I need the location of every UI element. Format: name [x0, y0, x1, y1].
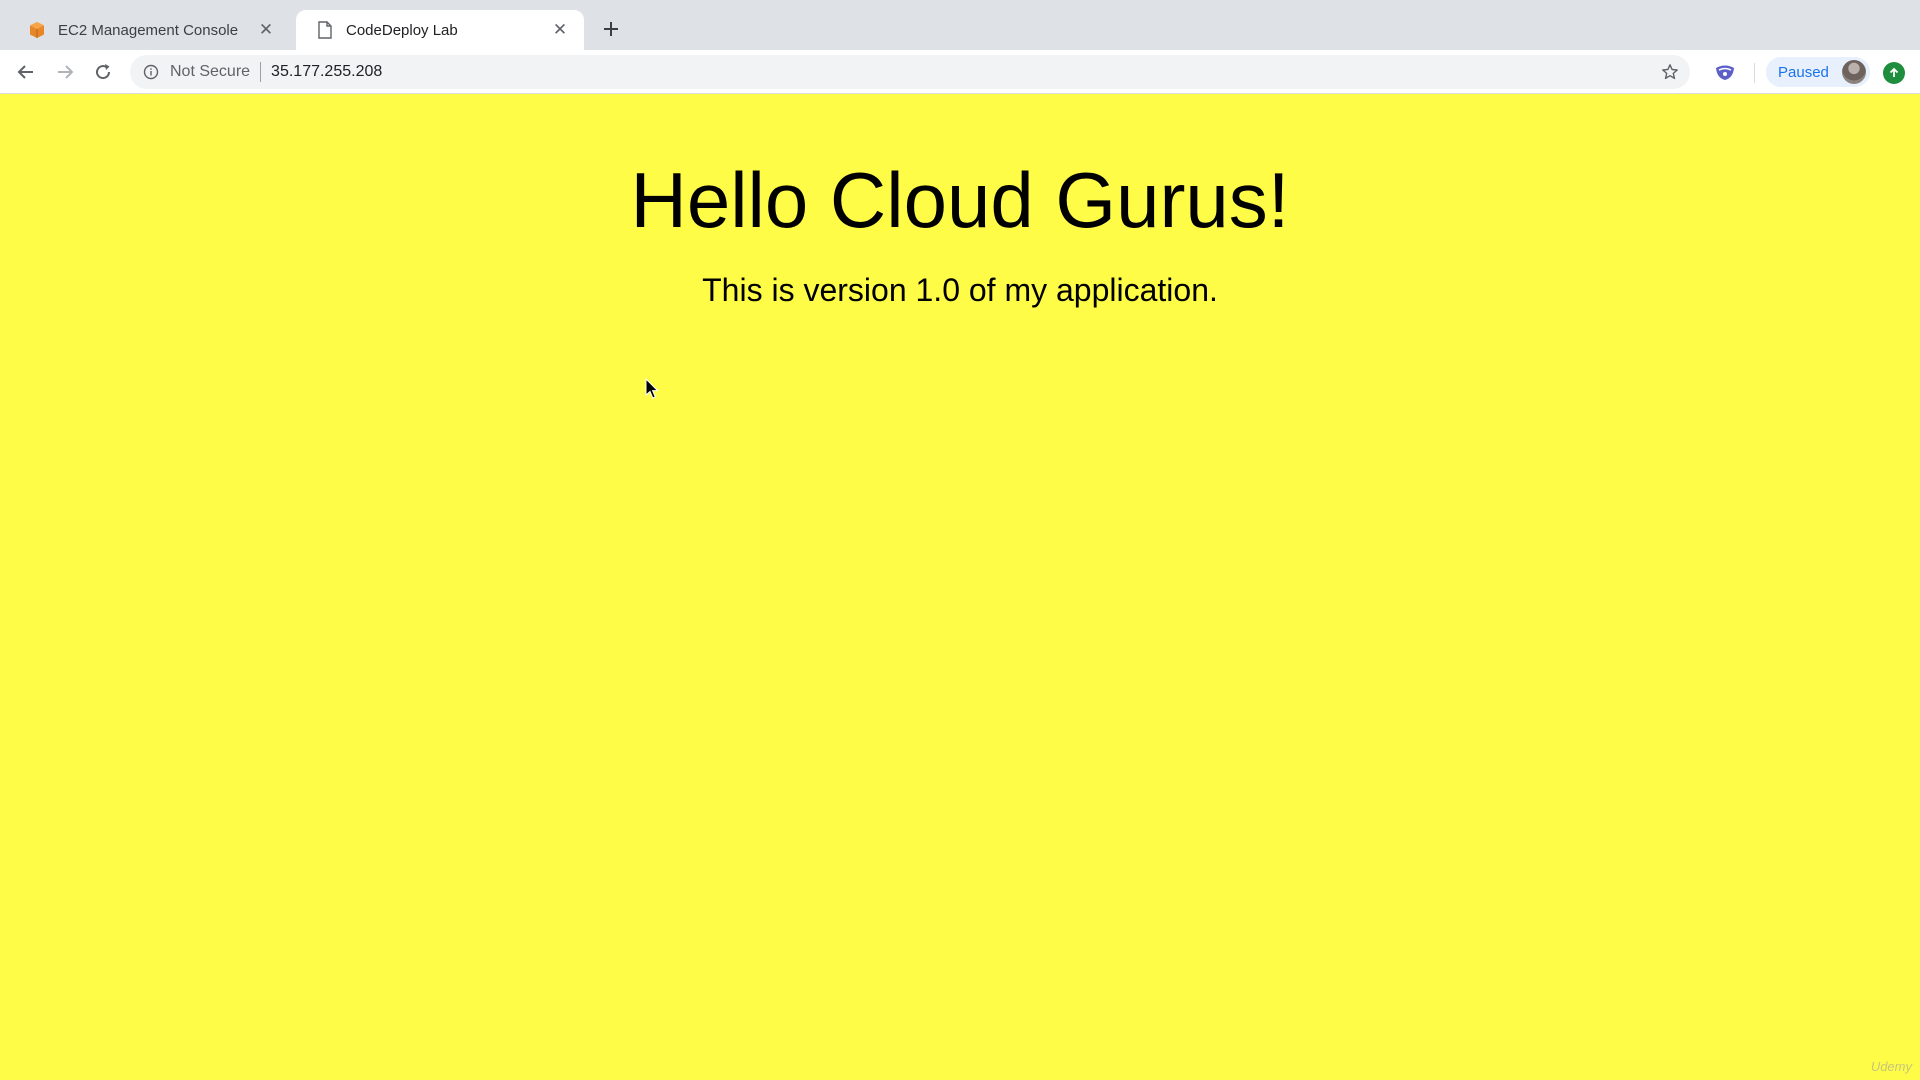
- tab-codedeploy-lab[interactable]: CodeDeploy Lab ✕: [296, 10, 584, 50]
- tab-title: CodeDeploy Lab: [346, 21, 458, 39]
- browser-toolbar: Not Secure 35.177.255.208 Paused: [0, 50, 1920, 94]
- tab-strip: EC2 Management Console ✕ CodeDeploy Lab …: [0, 0, 1920, 50]
- update-icon[interactable]: [1883, 62, 1905, 84]
- tab-title: EC2 Management Console: [58, 21, 239, 39]
- avatar: [1842, 60, 1866, 84]
- document-icon: [316, 21, 334, 39]
- arrow-left-icon: [17, 65, 33, 79]
- close-tab-icon[interactable]: ✕: [550, 20, 570, 40]
- page-content: Hello Cloud Gurus! This is version 1.0 o…: [0, 95, 1920, 1080]
- aws-box-icon: [28, 21, 46, 39]
- page-subheading: This is version 1.0 of my application.: [702, 272, 1218, 308]
- info-icon[interactable]: [142, 63, 160, 81]
- address-bar[interactable]: Not Secure 35.177.255.208: [130, 55, 1690, 89]
- udemy-watermark: Udemy: [1870, 1059, 1912, 1074]
- plus-icon: [604, 22, 618, 36]
- back-button[interactable]: [11, 57, 41, 87]
- new-tab-button[interactable]: [598, 16, 624, 42]
- profile-button[interactable]: Paused: [1766, 57, 1870, 87]
- bookmark-star-icon[interactable]: [1660, 62, 1680, 82]
- page-heading: Hello Cloud Gurus!: [630, 156, 1290, 244]
- close-tab-icon[interactable]: ✕: [256, 20, 276, 40]
- reload-icon: [96, 64, 111, 80]
- reload-button[interactable]: [88, 57, 118, 87]
- tab-ec2-management-console[interactable]: EC2 Management Console ✕: [8, 10, 290, 50]
- toolbar-divider: [1754, 63, 1755, 83]
- extension-icon[interactable]: [1714, 62, 1736, 82]
- forward-button[interactable]: [50, 57, 80, 87]
- security-status[interactable]: Not Secure: [170, 63, 250, 81]
- address-separator: [260, 62, 262, 82]
- arrow-right-icon: [58, 65, 74, 79]
- url-text[interactable]: 35.177.255.208: [271, 63, 382, 81]
- profile-status: Paused: [1778, 63, 1829, 81]
- mouse-cursor-icon: [645, 377, 659, 400]
